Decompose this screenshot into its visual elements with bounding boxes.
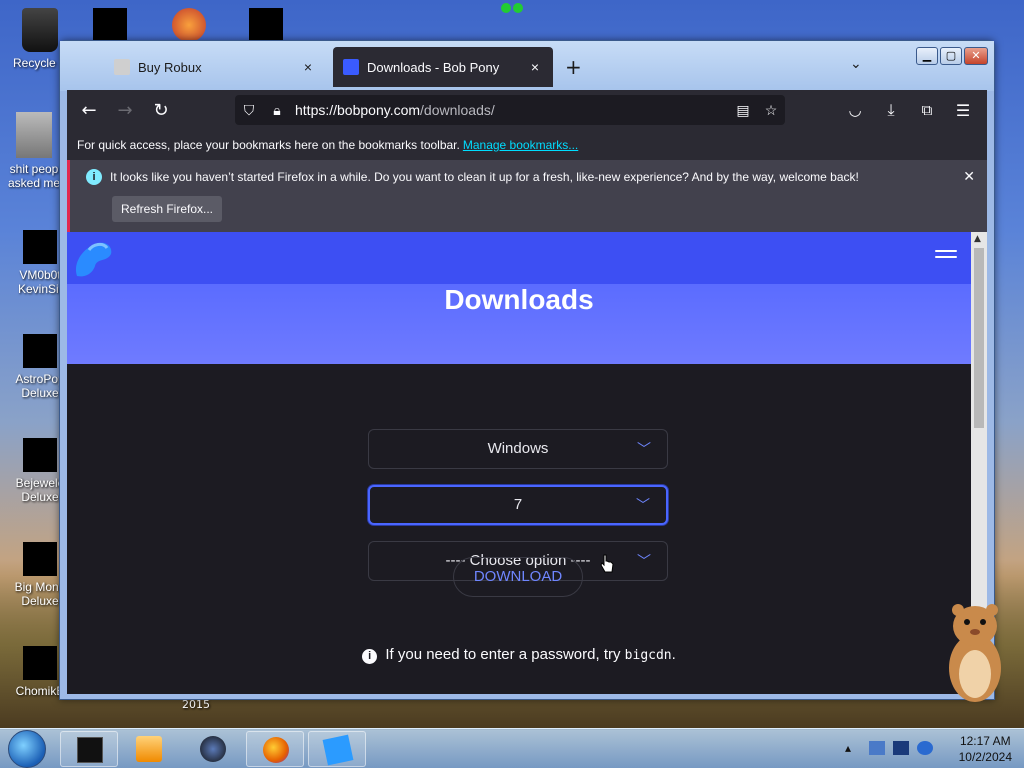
page-title: Downloads — [444, 284, 594, 315]
page-viewport: Downloads Windows ﹀ 7 ﹀ ---- Choose opti… — [67, 232, 971, 694]
hand-cursor-icon — [600, 554, 614, 573]
close-tab-icon[interactable]: × — [300, 59, 316, 75]
bookmarks-hint: For quick access, place your bookmarks h… — [77, 138, 460, 152]
reload-button[interactable]: ↻ — [143, 100, 179, 121]
network-icon[interactable] — [869, 741, 885, 755]
password-hint: i If you need to enter a password, try b… — [67, 646, 971, 664]
volume-icon[interactable] — [917, 741, 933, 755]
scrollbar-thumb[interactable] — [974, 248, 984, 428]
page-favicon-icon — [114, 59, 130, 75]
app-icon — [23, 438, 57, 472]
site-navbar — [67, 232, 971, 284]
wallpaper-creature-icon — [501, 3, 523, 13]
refresh-notification: i It looks like you haven’t started Fire… — [67, 160, 987, 232]
recycle-bin-icon — [22, 8, 58, 52]
monitor-icon[interactable] — [893, 741, 909, 755]
forward-button[interactable]: → — [107, 100, 143, 121]
clock[interactable]: 12:17 AM 10/2/2024 — [959, 733, 1012, 765]
start-button[interactable] — [8, 730, 46, 768]
close-notification-icon[interactable]: ✕ — [963, 168, 975, 185]
shield-icon[interactable]: ⛉ — [235, 102, 263, 119]
taskbar: ▴ 12:17 AM 10/2/2024 — [0, 728, 1024, 768]
show-hidden-icons[interactable]: ▴ — [845, 741, 861, 755]
menu-icon[interactable]: ☰ — [945, 101, 981, 120]
reader-view-icon[interactable]: ▤ — [729, 102, 757, 119]
folder-icon — [16, 112, 52, 158]
downloads-icon[interactable]: ⤓ — [873, 100, 909, 120]
hamburger-menu-icon[interactable] — [935, 250, 957, 262]
desktop-app-icon[interactable] — [93, 8, 127, 42]
tab-strip: Buy Robux × Downloads - Bob Pony × + ⌄ ▁… — [60, 41, 994, 91]
window-controls: ▁ ▢ ✕ — [916, 47, 988, 65]
toolbar-right: ◡ ⤓ ⧉ ☰ — [837, 90, 981, 130]
scroll-up-icon[interactable]: ▲ — [974, 234, 981, 244]
taskbar-app[interactable] — [184, 731, 242, 767]
url-text[interactable]: https://bobpony.com/downloads/ — [291, 102, 729, 118]
info-icon: i — [362, 649, 378, 664]
download-button[interactable]: DOWNLOAD — [453, 557, 583, 597]
desktop-app-icon[interactable] — [249, 8, 283, 42]
hamster-image — [949, 604, 1001, 702]
tab-buy-robux[interactable]: Buy Robux × — [104, 47, 326, 87]
bobpony-logo-icon[interactable] — [71, 236, 117, 282]
bookmark-star-icon[interactable]: ☆ — [757, 102, 785, 119]
notification-message: It looks like you haven’t started Firefo… — [110, 170, 859, 184]
manage-bookmarks-link[interactable]: Manage bookmarks... — [463, 138, 578, 152]
back-button[interactable]: ← — [71, 100, 107, 121]
bobpony-favicon-icon — [343, 59, 359, 75]
app-icon — [23, 542, 57, 576]
media-player-icon — [136, 736, 162, 762]
extensions-icon[interactable]: ⧉ — [909, 101, 945, 119]
page-hero: Downloads — [67, 232, 971, 364]
firefox-icon — [263, 737, 289, 763]
info-icon: i — [86, 169, 102, 185]
maximize-button[interactable]: ▢ — [940, 47, 962, 65]
nav-toolbar: ← → ↻ ⛉ 🔒︎ https://bobpony.com/downloads… — [67, 90, 987, 130]
app-icon — [23, 334, 57, 368]
chevron-down-icon: ﹀ — [637, 441, 651, 457]
close-window-button[interactable]: ✕ — [964, 47, 988, 65]
password-code: bigcdn — [624, 648, 672, 663]
taskbar-firefox[interactable] — [246, 731, 304, 767]
taskbar-media-player[interactable] — [120, 731, 178, 767]
url-bar[interactable]: ⛉ 🔒︎ https://bobpony.com/downloads/ ▤ ☆ — [235, 95, 785, 125]
firefox-window: Buy Robux × Downloads - Bob Pony × + ⌄ ▁… — [59, 40, 995, 700]
taskbar-app[interactable] — [60, 731, 118, 767]
minimize-button[interactable]: ▁ — [916, 47, 938, 65]
list-all-tabs-button[interactable]: ⌄ — [850, 56, 862, 72]
roblox-studio-icon — [322, 734, 354, 766]
refresh-firefox-button[interactable]: Refresh Firefox... — [112, 196, 222, 222]
os-select[interactable]: Windows ﹀ — [368, 429, 668, 469]
desktop-app-icon[interactable] — [172, 8, 206, 42]
chevron-down-icon: ﹀ — [636, 497, 650, 513]
close-tab-icon[interactable]: × — [527, 59, 543, 75]
chevron-down-icon: ﹀ — [637, 553, 651, 569]
globe-icon — [200, 736, 226, 762]
app-icon — [77, 737, 103, 763]
app-icon — [23, 646, 57, 680]
app-icon — [23, 230, 57, 264]
tab-downloads[interactable]: Downloads - Bob Pony × — [333, 47, 553, 87]
taskbar-roblox-studio[interactable] — [308, 731, 366, 767]
bookmarks-toolbar: For quick access, place your bookmarks h… — [67, 130, 987, 160]
pocket-icon[interactable]: ◡ — [837, 101, 873, 119]
system-tray: ▴ — [845, 741, 933, 755]
version-select[interactable]: 7 ﹀ — [368, 485, 668, 525]
lock-icon[interactable]: 🔒︎ — [263, 102, 291, 119]
new-tab-button[interactable]: + — [565, 55, 582, 79]
